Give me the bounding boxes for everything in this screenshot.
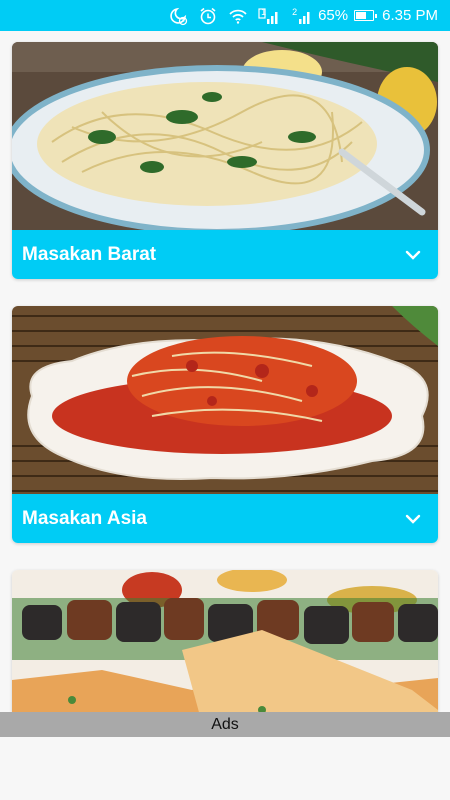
alarm-icon — [198, 6, 218, 26]
category-card-masakan-asia[interactable]: Masakan Asia — [12, 306, 438, 543]
ads-label: Ads — [211, 715, 239, 733]
status-bar: 1 2 65% 6.35 PM — [0, 0, 450, 31]
battery-icon — [354, 6, 378, 26]
category-title: Masakan Asia — [22, 507, 147, 529]
pasta-plate-photo — [12, 42, 438, 230]
sim1-label: 1 — [261, 6, 267, 17]
kimchi-plate-photo — [12, 306, 438, 494]
clock-time: 6.35 PM — [382, 7, 438, 24]
moon-clock-icon — [168, 6, 188, 26]
category-title: Masakan Barat — [22, 243, 157, 265]
chevron-down-icon[interactable] — [404, 246, 422, 264]
wifi-icon — [228, 6, 248, 26]
battery-fill — [356, 12, 366, 19]
chevron-down-icon[interactable] — [404, 510, 422, 528]
category-caption[interactable]: Masakan Barat — [12, 230, 438, 279]
signal-sim1-icon: 1 — [258, 6, 280, 26]
sim2-label: 2 — [292, 6, 298, 17]
ads-banner[interactable]: Ads — [0, 712, 450, 737]
category-card-masakan-barat[interactable]: Masakan Barat — [12, 42, 438, 279]
battery-percent: 65% — [318, 7, 349, 24]
bottom-area — [0, 737, 450, 800]
category-list: Masakan Barat Masakan Asia — [12, 42, 438, 760]
signal-sim2-icon: 2 — [290, 6, 312, 26]
category-caption[interactable]: Masakan Asia — [12, 494, 438, 543]
